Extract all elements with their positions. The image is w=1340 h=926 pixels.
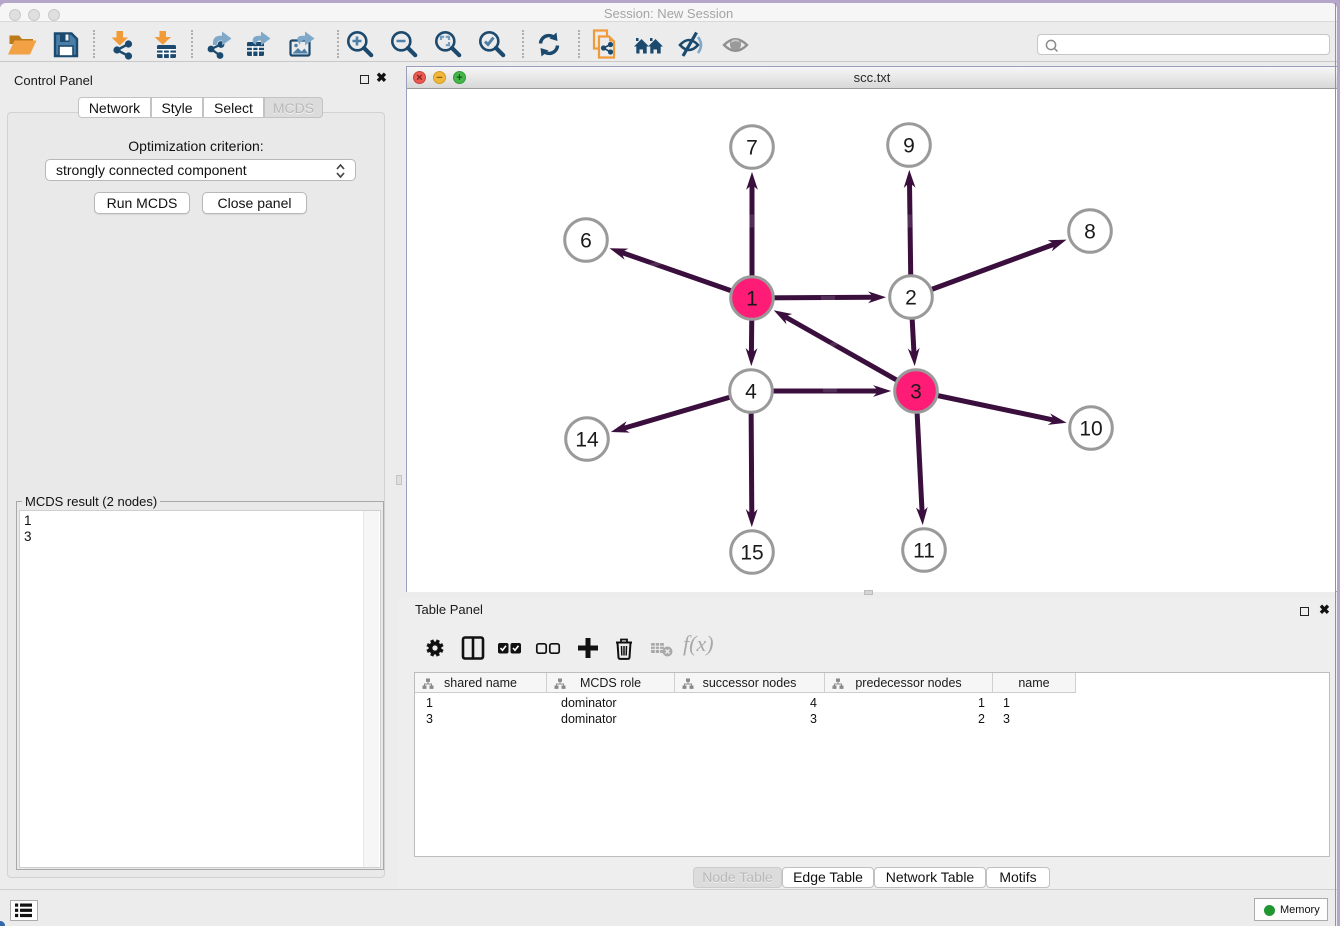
svg-text:3: 3	[910, 381, 922, 404]
svg-text:10: 10	[1079, 418, 1102, 441]
svg-text:11: 11	[913, 540, 935, 563]
svg-text:1: 1	[746, 288, 758, 311]
svg-text:8: 8	[1084, 221, 1096, 244]
svg-text:2: 2	[905, 287, 917, 310]
svg-text:4: 4	[745, 381, 757, 404]
svg-text:6: 6	[580, 230, 592, 253]
svg-text:15: 15	[740, 542, 763, 565]
svg-text:14: 14	[575, 429, 599, 452]
svg-text:9: 9	[903, 135, 915, 158]
svg-text:7: 7	[746, 137, 758, 160]
